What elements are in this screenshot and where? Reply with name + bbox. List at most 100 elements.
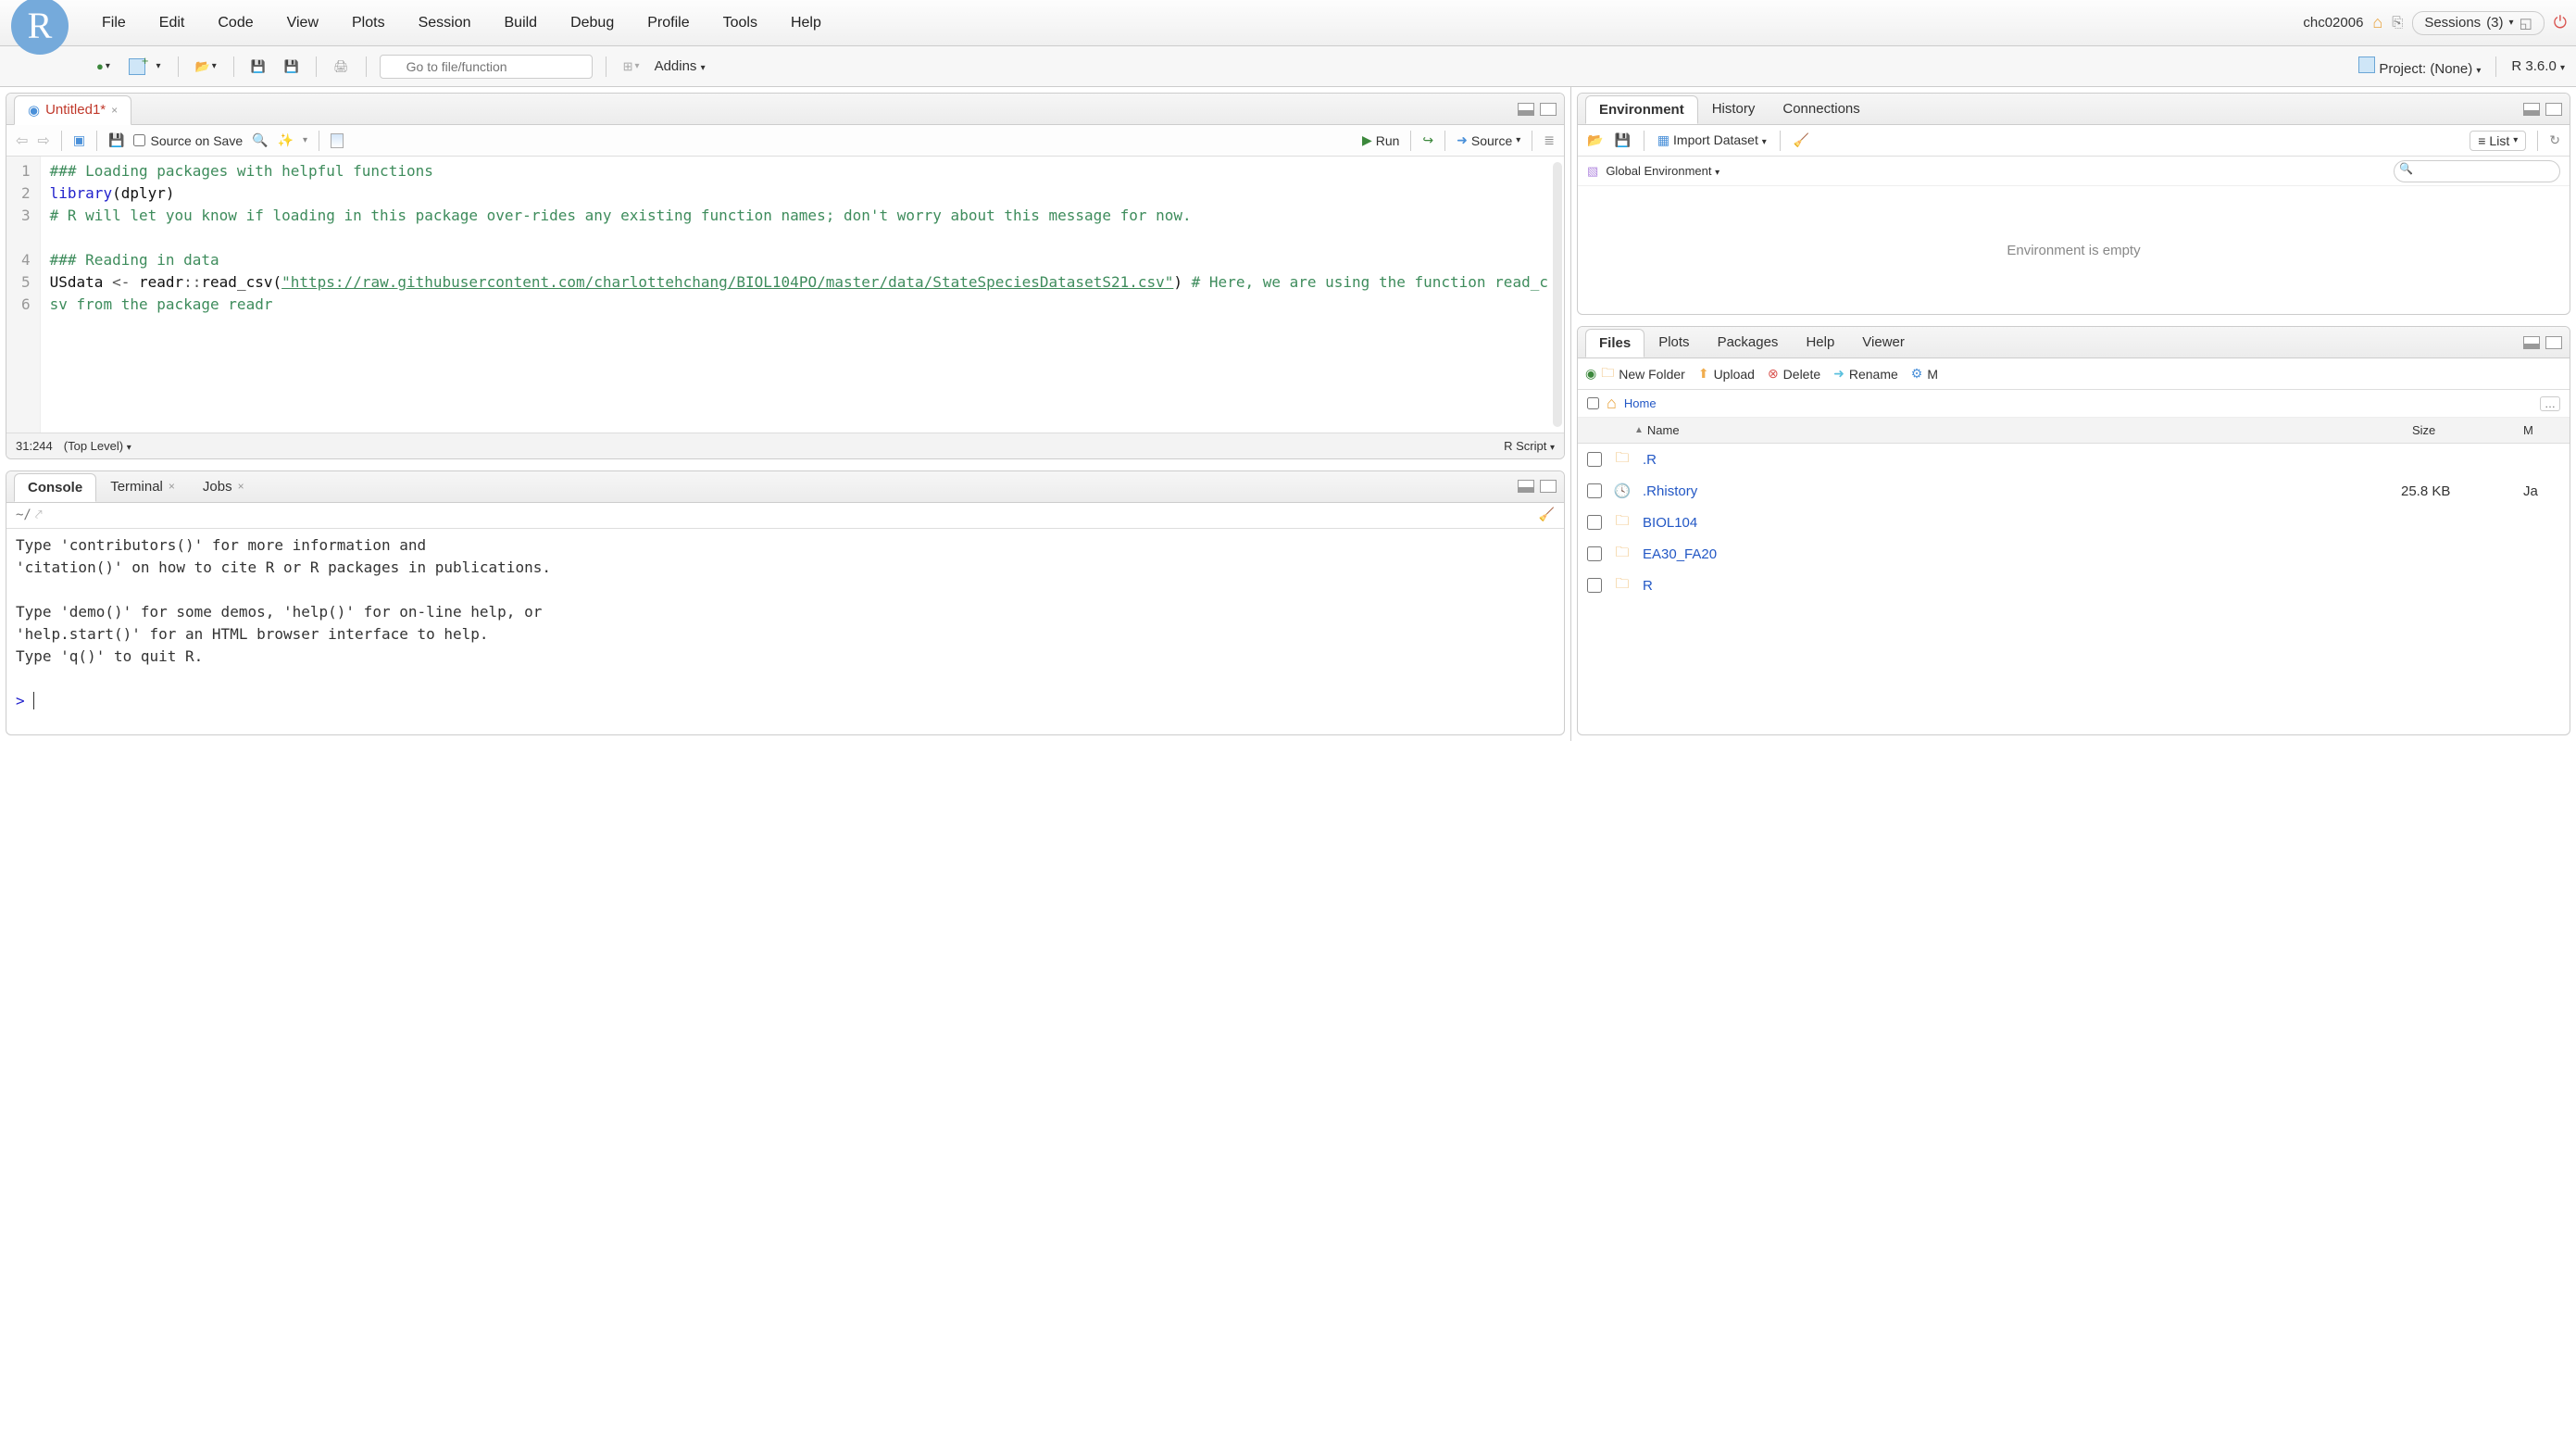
upload-button[interactable]: ⬆ Upload: [1698, 366, 1755, 382]
source-button[interactable]: ➜Source ▾: [1457, 132, 1520, 148]
load-workspace-icon[interactable]: 📂: [1587, 132, 1603, 148]
menu-debug[interactable]: Debug: [554, 9, 631, 37]
save-source-icon[interactable]: 💾: [108, 132, 124, 148]
menu-help[interactable]: Help: [774, 9, 838, 37]
file-name[interactable]: .R: [1643, 452, 2390, 468]
file-checkbox[interactable]: [1587, 483, 1602, 498]
print-button[interactable]: 🖨: [330, 57, 353, 76]
home-icon[interactable]: ⌂: [2372, 13, 2382, 32]
menu-file[interactable]: File: [85, 9, 143, 37]
menu-tools[interactable]: Tools: [707, 9, 774, 37]
file-checkbox[interactable]: [1587, 578, 1602, 593]
file-checkbox[interactable]: [1587, 452, 1602, 467]
run-button[interactable]: ▶Run: [1362, 132, 1399, 148]
tab-environment[interactable]: Environment: [1585, 95, 1698, 124]
file-row[interactable]: 🗀R: [1578, 570, 2570, 601]
addins-button[interactable]: Addins ▾: [655, 58, 706, 74]
r-version-menu[interactable]: R 3.6.0 ▾: [2511, 58, 2565, 74]
code-body[interactable]: ### Loading packages with helpful functi…: [41, 157, 1564, 433]
file-row[interactable]: 🕓.Rhistory25.8 KBJa: [1578, 475, 2570, 507]
select-all-checkbox[interactable]: [1587, 397, 1599, 409]
source-tab-untitled1[interactable]: ◉ Untitled1* ×: [14, 95, 131, 125]
maximize-pane-icon[interactable]: [2545, 336, 2562, 349]
clear-console-icon[interactable]: 🧹: [1539, 508, 1555, 522]
new-file-button[interactable]: ●▾: [93, 57, 114, 75]
scope-selector[interactable]: (Top Level) ▾: [64, 439, 131, 453]
import-dataset-button[interactable]: ▦ Import Dataset ▾: [1657, 132, 1767, 148]
source-on-save-checkbox[interactable]: Source on Save: [133, 133, 243, 148]
minimize-pane-icon[interactable]: [2523, 336, 2540, 349]
nav-back-icon[interactable]: ⇦: [16, 132, 28, 150]
tab-connections[interactable]: Connections: [1769, 94, 1873, 123]
close-icon[interactable]: ×: [169, 480, 175, 493]
console-popup-icon[interactable]: ⤤: [35, 508, 43, 522]
menu-profile[interactable]: Profile: [631, 9, 706, 37]
file-name[interactable]: BIOL104: [1643, 515, 2390, 531]
file-row[interactable]: 🗀EA30_FA20: [1578, 538, 2570, 570]
goto-file-input[interactable]: [380, 55, 593, 79]
menu-build[interactable]: Build: [488, 9, 555, 37]
rename-button[interactable]: ➜ Rename: [1833, 366, 1898, 382]
show-in-new-window-icon[interactable]: ▣: [73, 132, 85, 148]
new-folder-button[interactable]: ◉🗀 New Folder: [1585, 363, 1685, 385]
close-tab-icon[interactable]: ×: [111, 104, 118, 117]
project-menu[interactable]: Project: (None) ▾: [2358, 56, 2481, 77]
more-button[interactable]: ⚙ M: [1911, 366, 1938, 382]
refresh-icon[interactable]: ↻: [2549, 132, 2560, 148]
clear-env-icon[interactable]: 🧹: [1794, 132, 1809, 148]
file-checkbox[interactable]: [1587, 515, 1602, 530]
popup-icon[interactable]: ◱: [2520, 15, 2532, 31]
nav-forward-icon[interactable]: ⇨: [37, 132, 49, 150]
breadcrumb-home[interactable]: Home: [1624, 396, 1657, 410]
minimize-pane-icon[interactable]: [1518, 480, 1534, 493]
file-checkbox[interactable]: [1587, 546, 1602, 561]
close-icon[interactable]: ×: [238, 480, 244, 493]
tab-viewer[interactable]: Viewer: [1848, 328, 1919, 357]
maximize-pane-icon[interactable]: [2545, 103, 2562, 116]
save-all-button[interactable]: 💾: [281, 57, 303, 76]
find-icon[interactable]: [252, 132, 268, 148]
minimize-pane-icon[interactable]: [2523, 103, 2540, 116]
tab-files[interactable]: Files: [1585, 329, 1644, 358]
scope-selector[interactable]: Global Environment ▾: [1606, 164, 1719, 178]
code-tools-icon[interactable]: [278, 132, 294, 148]
env-search-input[interactable]: [2394, 160, 2560, 182]
quit-icon[interactable]: ⏻: [2554, 13, 2567, 32]
menu-plots[interactable]: Plots: [335, 9, 402, 37]
console-output[interactable]: Type 'contributors()' for more informati…: [6, 529, 1564, 734]
editor-scrollbar[interactable]: [1553, 162, 1562, 427]
home-icon[interactable]: ⌂: [1607, 394, 1617, 413]
tab-console[interactable]: Console: [14, 473, 96, 502]
menu-session[interactable]: Session: [402, 9, 488, 37]
menu-view[interactable]: View: [270, 9, 335, 37]
tab-jobs[interactable]: Jobs ×: [189, 472, 258, 501]
menu-code[interactable]: Code: [201, 9, 269, 37]
rerun-icon[interactable]: ↪: [1422, 132, 1433, 148]
col-size[interactable]: Size: [2412, 423, 2523, 437]
maximize-pane-icon[interactable]: [1540, 480, 1557, 493]
file-name[interactable]: .Rhistory: [1643, 483, 2390, 499]
outline-icon[interactable]: ≣: [1544, 132, 1555, 148]
sessions-button[interactable]: Sessions (3) ▾ ◱: [2412, 11, 2544, 35]
compile-report-icon[interactable]: [331, 133, 344, 148]
file-row[interactable]: 🗀BIOL104: [1578, 507, 2570, 538]
delete-button[interactable]: ⊗ Delete: [1768, 366, 1820, 382]
col-name[interactable]: ▲Name: [1599, 423, 2412, 437]
view-mode-button[interactable]: ≡ List ▾: [2470, 131, 2526, 151]
source-editor[interactable]: 1 2 3 4 5 6 ### Loading packages with he…: [6, 157, 1564, 433]
tab-history[interactable]: History: [1698, 94, 1769, 123]
tab-help[interactable]: Help: [1792, 328, 1848, 357]
file-name[interactable]: EA30_FA20: [1643, 546, 2390, 562]
save-workspace-icon[interactable]: 💾: [1614, 132, 1630, 148]
file-row[interactable]: 🗀.R: [1578, 444, 2570, 475]
tab-terminal[interactable]: Terminal ×: [96, 472, 189, 501]
new-project-button[interactable]: +▾: [125, 56, 165, 77]
signout-icon[interactable]: ⎘: [2392, 15, 2403, 31]
open-file-button[interactable]: 📂▾: [192, 57, 220, 76]
tab-packages[interactable]: Packages: [1704, 328, 1793, 357]
file-type-selector[interactable]: R Script ▾: [1504, 439, 1555, 453]
path-more-icon[interactable]: …: [2540, 396, 2560, 411]
save-button[interactable]: 💾: [247, 57, 269, 76]
minimize-pane-icon[interactable]: [1518, 103, 1534, 116]
console-prompt[interactable]: >: [16, 692, 33, 709]
